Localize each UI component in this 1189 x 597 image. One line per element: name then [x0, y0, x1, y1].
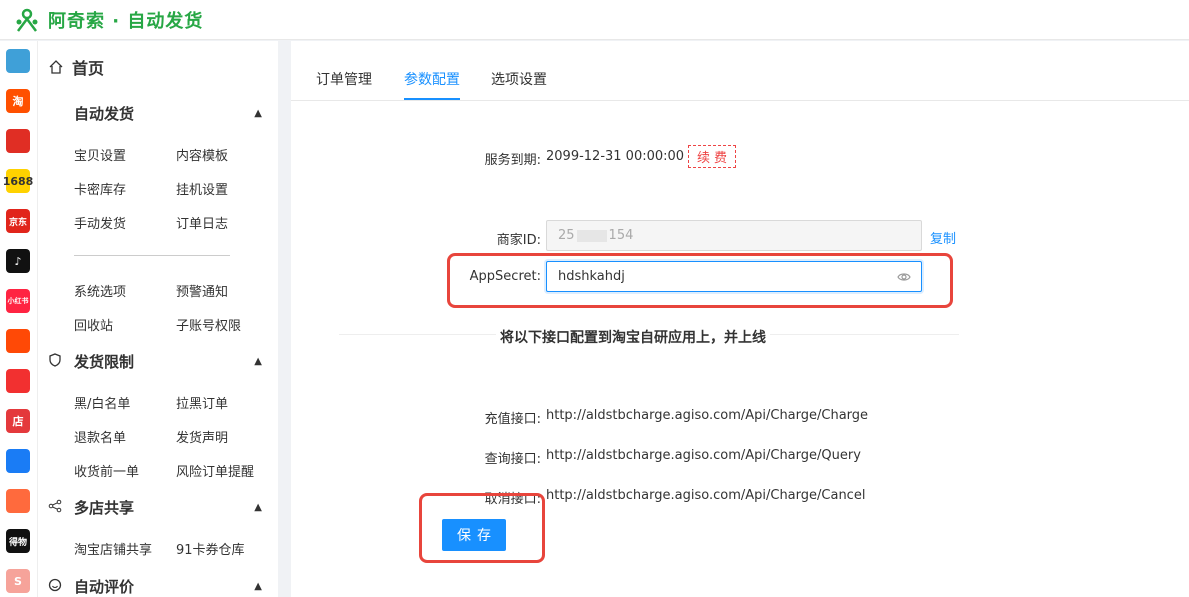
taobao-icon[interactable]: 淘	[6, 89, 30, 113]
sidebar-item-content-template[interactable]: 内容模板	[176, 145, 228, 164]
query-api-label: 查询接口:	[484, 452, 541, 467]
store-icon[interactable]: 店	[6, 409, 30, 433]
active-tab-indicator	[404, 98, 460, 100]
redacted-mask	[576, 229, 607, 242]
merchant-id-suffix: 154	[608, 228, 634, 243]
sidebar-item-system-options[interactable]: 系统选项	[74, 281, 126, 300]
alibaba-icon[interactable]: 1688	[3, 169, 33, 193]
tab-parameter-config[interactable]: 参数配置	[404, 69, 460, 89]
shield-icon	[49, 352, 61, 367]
sidebar-home[interactable]: 首页	[48, 55, 104, 79]
chevron-up-icon: ▲	[254, 108, 262, 119]
group-delivery-limits[interactable]: 发货限制 ▲	[48, 351, 262, 372]
link-icon[interactable]	[6, 449, 30, 473]
sidebar-item-delivery-statement[interactable]: 发货声明	[176, 427, 228, 446]
sidebar: 首页 自动发货 ▲ 宝贝设置 内容模板 卡密库存 挂机设置 手动发货 订单日志 …	[38, 41, 278, 597]
sidebar-divider	[74, 255, 230, 256]
sidebar-item-card-stock[interactable]: 卡密库存	[74, 179, 126, 198]
shopee-icon[interactable]: S	[6, 569, 30, 593]
main-panel: 订单管理 参数配置 选项设置 服务到期: 2099-12-31 00:00:00…	[291, 41, 1189, 597]
tab-bar: 订单管理 参数配置 选项设置	[291, 41, 1189, 101]
charge-api-label: 充值接口:	[484, 412, 541, 427]
sidebar-item-taobao-store-share[interactable]: 淘宝店铺共享	[74, 539, 152, 558]
sidebar-item-refund-list[interactable]: 退款名单	[74, 427, 126, 446]
sidebar-item-hosting-settings[interactable]: 挂机设置	[176, 179, 228, 198]
app-title: 阿奇索 · 自动发货	[48, 10, 204, 32]
sidebar-item-manual-delivery[interactable]: 手动发货	[74, 213, 126, 232]
group-title: 自动发货	[74, 105, 135, 123]
group-title: 自动评价	[74, 578, 135, 596]
sidebar-item-91-card-warehouse[interactable]: 91卡券仓库	[176, 539, 245, 558]
dewu-icon[interactable]: 得物	[6, 529, 30, 553]
service-expiry-label: 服务到期:	[484, 153, 541, 168]
group-title: 多店共享	[74, 499, 135, 517]
grid-apps-icon[interactable]	[6, 49, 30, 73]
douyin-icon[interactable]: ♪	[6, 249, 30, 273]
chevron-up-icon: ▲	[254, 502, 262, 513]
logo-icon	[14, 7, 40, 33]
kuaishou-icon[interactable]	[6, 329, 30, 353]
group-auto-review[interactable]: 自动评价 ▲	[48, 576, 262, 597]
sidebar-item-order-log[interactable]: 订单日志	[176, 213, 228, 232]
merchant-id-field[interactable]: 25 154	[546, 220, 922, 251]
sidebar-item-subaccount-permissions[interactable]: 子账号权限	[176, 315, 241, 334]
highlight-box-secret	[447, 253, 953, 308]
review-icon	[48, 578, 62, 591]
pinduoduo-icon[interactable]	[6, 129, 30, 153]
charge-api-url: http://aldstbcharge.agiso.com/Api/Charge…	[546, 408, 869, 423]
shop-icon[interactable]	[6, 489, 30, 513]
home-icon	[49, 60, 63, 74]
like-icon[interactable]	[6, 369, 30, 393]
tab-option-settings[interactable]: 选项设置	[491, 69, 547, 89]
sidebar-item-pre-receipt[interactable]: 收货前一单	[74, 461, 139, 480]
sidebar-item-alert-notice[interactable]: 预警通知	[176, 281, 228, 300]
copy-link[interactable]: 复制	[930, 228, 956, 247]
group-auto-delivery[interactable]: 自动发货 ▲	[48, 103, 262, 124]
sidebar-item-block-orders[interactable]: 拉黑订单	[176, 393, 228, 412]
xiaohongshu-icon[interactable]: 小红书	[6, 289, 30, 313]
chevron-up-icon: ▲	[254, 356, 262, 367]
merchant-id-prefix: 25	[558, 228, 575, 243]
jd-icon[interactable]: 京东	[6, 209, 30, 233]
sidebar-item-risk-order-alert[interactable]: 风险订单提醒	[176, 461, 254, 480]
renew-button[interactable]: 续费	[688, 145, 736, 168]
merchant-id-label: 商家ID:	[496, 233, 541, 248]
sidebar-item-recycle-bin[interactable]: 回收站	[74, 315, 113, 334]
sidebar-home-label: 首页	[72, 59, 105, 78]
highlight-box-save	[419, 493, 545, 563]
sidebar-item-product-settings[interactable]: 宝贝设置	[74, 145, 126, 164]
share-icon	[48, 499, 62, 512]
group-title: 发货限制	[74, 353, 135, 371]
service-expiry-value: 2099-12-31 00:00:00	[546, 149, 685, 164]
group-multi-store-share[interactable]: 多店共享 ▲	[48, 497, 262, 518]
section-title: 将以下接口配置到淘宝自研应用上，并上线	[496, 327, 770, 347]
chevron-up-icon: ▲	[254, 581, 262, 592]
sidebar-item-black-white-list[interactable]: 黑/白名单	[74, 393, 130, 412]
query-api-url: http://aldstbcharge.agiso.com/Api/Charge…	[546, 448, 861, 463]
tab-order-management[interactable]: 订单管理	[316, 69, 372, 89]
cancel-api-url: http://aldstbcharge.agiso.com/Api/Charge…	[546, 488, 866, 503]
platform-rail: 淘 1688 京东 ♪ 小红书店得物 S	[0, 41, 38, 597]
top-bar: 阿奇索 · 自动发货	[0, 0, 1189, 40]
